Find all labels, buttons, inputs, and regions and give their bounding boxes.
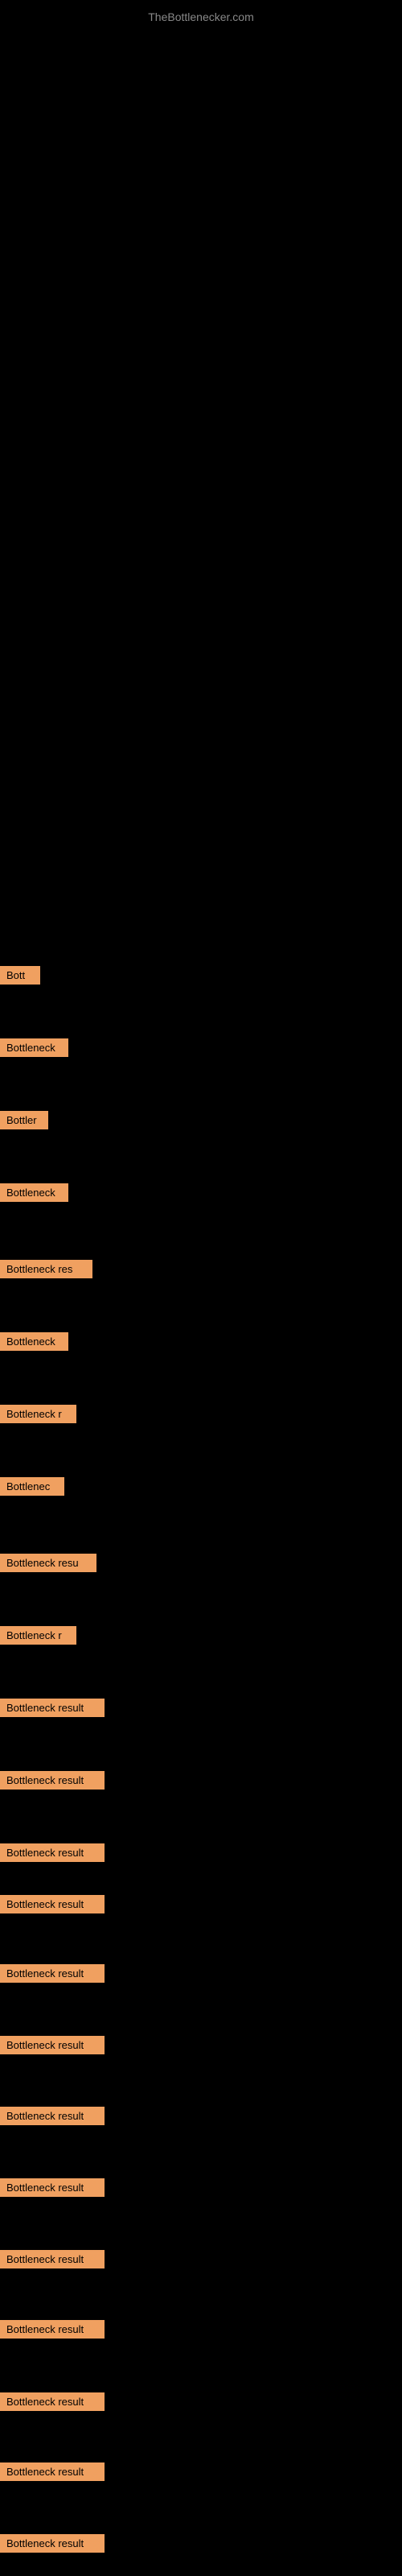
- bottleneck-item: Bottler: [0, 1111, 48, 1129]
- bottleneck-item: Bottlenec: [0, 1477, 64, 1496]
- bottleneck-item: Bottleneck result: [0, 1843, 105, 1862]
- bottleneck-item: Bottleneck: [0, 1038, 68, 1057]
- bottleneck-item: Bottleneck result: [0, 2107, 105, 2125]
- bottleneck-item: Bottleneck res: [0, 1260, 92, 1278]
- bottleneck-item: Bottleneck result: [0, 2320, 105, 2339]
- bottleneck-item: Bottleneck r: [0, 1405, 76, 1423]
- bottleneck-item: Bottleneck result: [0, 2534, 105, 2553]
- bottleneck-item: Bottleneck result: [0, 2462, 105, 2481]
- bottleneck-item: Bottleneck resu: [0, 1554, 96, 1572]
- bottleneck-item: Bottleneck result: [0, 1964, 105, 1983]
- bottleneck-item: Bottleneck result: [0, 2250, 105, 2268]
- bottleneck-item: Bottleneck r: [0, 1626, 76, 1645]
- site-title: TheBottlenecker.com: [0, 4, 402, 30]
- bottleneck-item: Bottleneck result: [0, 1895, 105, 1913]
- bottleneck-item: Bottleneck result: [0, 2036, 105, 2054]
- bottleneck-item: Bott: [0, 966, 40, 985]
- bottleneck-item: Bottleneck result: [0, 2178, 105, 2197]
- bottleneck-item: Bottleneck result: [0, 1699, 105, 1717]
- bottleneck-item: Bottleneck result: [0, 2392, 105, 2411]
- bottleneck-item: Bottleneck result: [0, 1771, 105, 1790]
- bottleneck-item: Bottleneck: [0, 1183, 68, 1202]
- bottleneck-item: Bottleneck: [0, 1332, 68, 1351]
